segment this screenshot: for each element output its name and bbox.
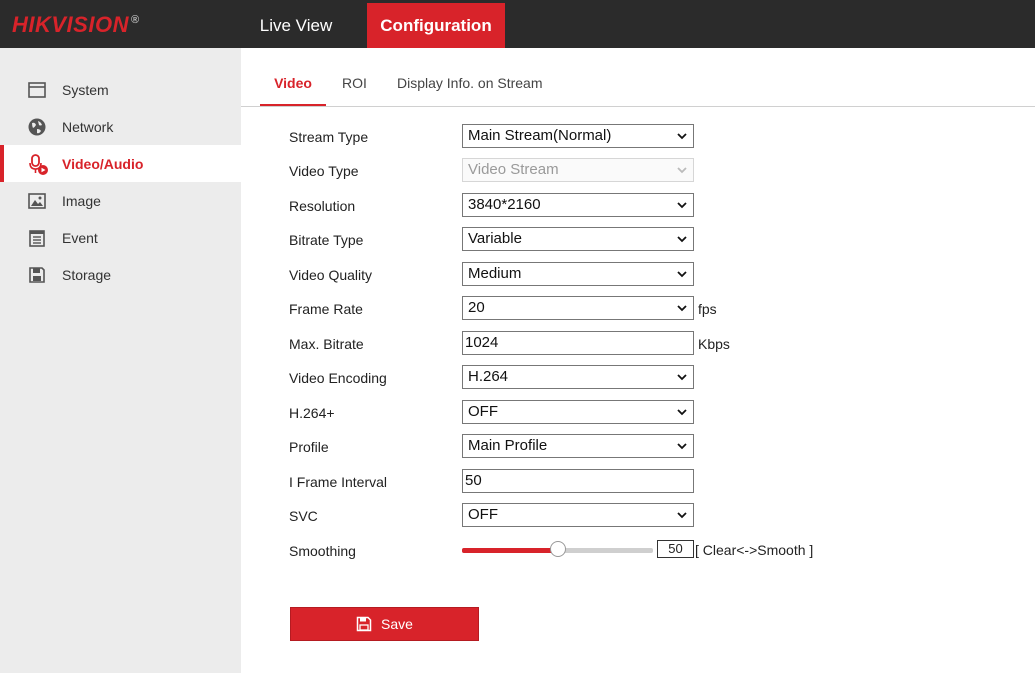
monitor-icon [27,80,47,100]
resolution-value: 3840*2160 [468,196,541,213]
max-bitrate-unit: Kbps [698,336,730,352]
smoothing-hint: [ Clear<->Smooth ] [695,542,814,558]
frame-rate-select[interactable]: 20 [462,296,694,320]
video-type-label: Video Type [289,163,359,179]
frame-rate-label: Frame Rate [289,301,363,317]
tab-display-info-on-stream[interactable]: Display Info. on Stream [397,75,543,106]
i-frame-interval-label: I Frame Interval [289,474,388,490]
video-type-select: Video Stream [462,158,694,182]
svc-value: OFF [468,506,498,523]
chevron-down-icon [677,512,687,519]
chevron-down-icon [677,409,687,416]
frame-rate-value: 20 [468,299,485,316]
sidebar-item-label: Event [62,229,98,246]
smoothing-label: Smoothing [289,543,356,559]
floppy-disk-icon [356,616,372,632]
stream-type-label: Stream Type [289,129,369,145]
h264-plus-select[interactable]: OFF [462,400,694,424]
chevron-down-icon [677,202,687,209]
sidebar: System Network Video/Audio Image Event S… [0,48,241,673]
sidebar-item-label: Image [62,192,101,209]
video-quality-value: Medium [468,265,522,282]
profile-label: Profile [289,439,329,455]
sidebar-item-network[interactable]: Network [0,108,241,145]
chevron-down-icon [677,443,687,450]
microphone-icon [27,154,48,175]
sidebar-item-event[interactable]: Event [0,219,241,256]
chevron-down-icon [677,236,687,243]
h264-plus-value: OFF [468,403,498,420]
sidebar-item-label: System [62,81,109,98]
chevron-down-icon [677,374,687,381]
video-type-value: Video Stream [468,161,559,178]
save-label: Save [381,616,413,632]
i-frame-interval-input[interactable]: 50 [462,469,694,493]
chevron-down-icon [677,271,687,278]
max-bitrate-label: Max. Bitrate [289,336,364,352]
tab-live-view[interactable]: Live View [240,3,352,48]
chevron-down-icon [677,133,687,140]
sidebar-item-label: Network [62,118,114,135]
tab-configuration[interactable]: Configuration [367,3,505,48]
video-audio-tabs: Video ROI Display Info. on Stream [241,48,1035,107]
profile-value: Main Profile [468,437,548,454]
sidebar-item-storage[interactable]: Storage [0,256,241,293]
video-quality-select[interactable]: Medium [462,262,694,286]
h264-plus-label: H.264+ [289,405,335,421]
smoothing-slider-fill [462,548,558,553]
tab-roi[interactable]: ROI [342,75,367,106]
svc-select[interactable]: OFF [462,503,694,527]
chevron-down-icon [677,305,687,312]
stream-type-value: Main Stream(Normal) [468,127,612,144]
sidebar-item-label: Video/Audio [62,155,144,172]
bitrate-type-value: Variable [468,230,522,247]
sidebar-item-image[interactable]: Image [0,182,241,219]
tab-video[interactable]: Video [260,75,326,106]
globe-icon [27,117,47,137]
profile-select[interactable]: Main Profile [462,434,694,458]
max-bitrate-input[interactable]: 1024 [462,331,694,355]
stream-type-select[interactable]: Main Stream(Normal) [462,124,694,148]
floppy-disk-icon [27,265,47,285]
bitrate-type-select[interactable]: Variable [462,227,694,251]
smoothing-value-input[interactable]: 50 [657,540,694,558]
chevron-down-icon [677,167,687,174]
resolution-label: Resolution [289,198,356,214]
smoothing-slider-handle[interactable] [550,541,566,557]
hikvision-logo: HIKVISION ® [12,12,140,37]
sidebar-item-video-audio[interactable]: Video/Audio [0,145,241,182]
calendar-icon [27,228,47,248]
sidebar-item-system[interactable]: System [0,71,241,108]
video-encoding-select[interactable]: H.264 [462,365,694,389]
video-encoding-value: H.264 [468,368,509,385]
frame-rate-unit: fps [698,301,717,317]
top-bar: HIKVISION ® Live View Configuration [0,0,1035,48]
video-quality-label: Video Quality [289,267,373,283]
save-button[interactable]: Save [290,607,479,641]
bitrate-type-label: Bitrate Type [289,232,364,248]
video-encoding-label: Video Encoding [289,370,387,386]
resolution-select[interactable]: 3840*2160 [462,193,694,217]
sidebar-item-label: Storage [62,266,112,283]
image-icon [27,191,47,211]
svc-label: SVC [289,508,318,524]
